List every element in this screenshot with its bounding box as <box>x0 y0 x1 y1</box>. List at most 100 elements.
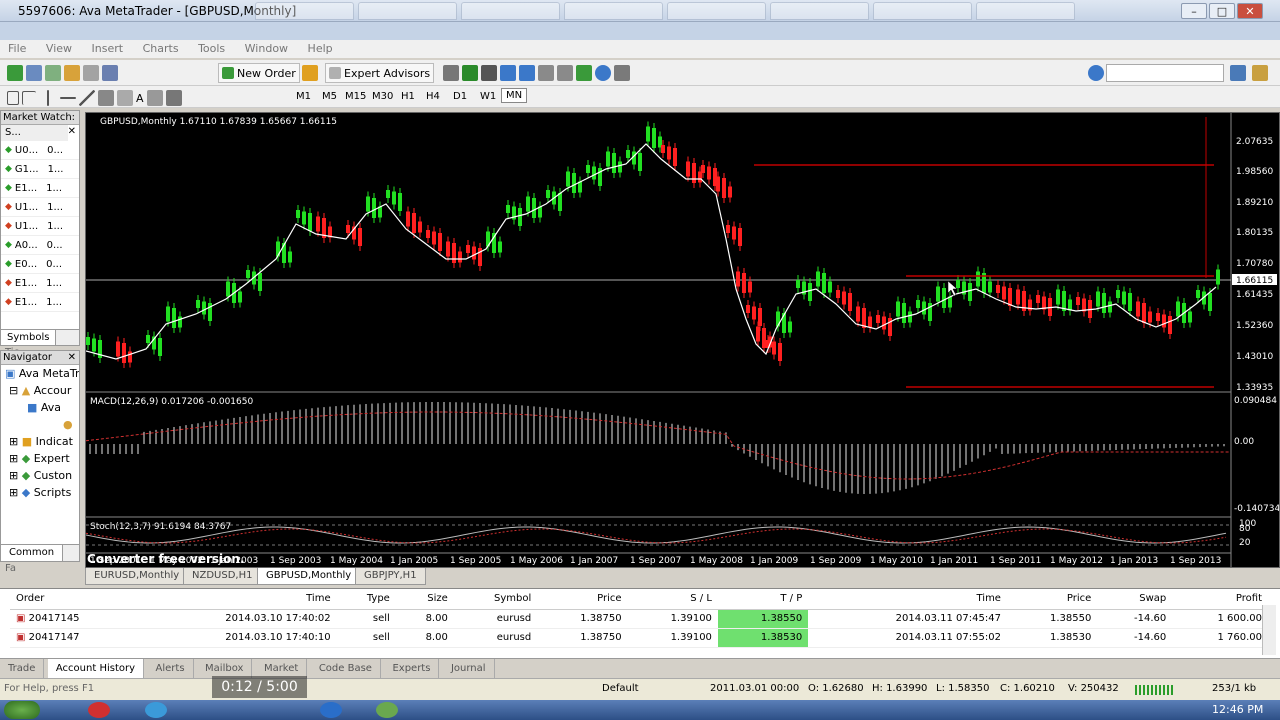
taskbar-skype-icon[interactable] <box>320 702 342 718</box>
terminal-tab-alerts[interactable]: Alerts <box>148 659 194 678</box>
new-order-button[interactable]: New Order <box>218 63 300 83</box>
close-icon[interactable]: ✕ <box>68 351 79 365</box>
close-icon[interactable]: ✕ <box>68 125 79 139</box>
column-header[interactable]: Price <box>1006 589 1098 610</box>
zoom-in-icon[interactable] <box>500 65 516 81</box>
timeframe-m15[interactable]: M15 <box>341 90 370 103</box>
trendline-icon[interactable] <box>79 90 95 106</box>
start-button[interactable] <box>4 701 40 719</box>
nav-item-indicators[interactable]: ⊞ ■ Indicat <box>1 433 79 450</box>
market-watch-row[interactable]: ◆ E1... 1... <box>1 293 79 312</box>
close-button[interactable]: ✕ <box>1237 3 1263 19</box>
tab-symbols[interactable]: Symbols <box>1 330 57 345</box>
zoom-out-icon[interactable] <box>519 65 535 81</box>
timeframe-m1[interactable]: M1 <box>292 90 315 103</box>
market-watch-icon[interactable] <box>45 65 61 81</box>
menu-window[interactable]: Window <box>237 40 296 58</box>
menu-insert[interactable]: Insert <box>84 40 132 58</box>
indicators-icon[interactable] <box>576 65 592 81</box>
column-header[interactable]: Type <box>336 589 396 610</box>
menu-help[interactable]: Help <box>300 40 341 58</box>
nav-item-server[interactable]: ■ Ava <box>1 399 79 416</box>
channel-icon[interactable] <box>98 90 114 106</box>
cursor-icon[interactable] <box>7 91 19 105</box>
column-header[interactable]: T / P <box>717 589 809 610</box>
new-chart-icon[interactable] <box>7 65 23 81</box>
navigator-icon[interactable] <box>64 65 80 81</box>
candlesticks-icon[interactable] <box>462 65 478 81</box>
timeframe-w1[interactable]: W1 <box>476 90 500 103</box>
terminal-scrollbar[interactable] <box>1262 605 1276 655</box>
settings-gear-icon[interactable] <box>1088 65 1104 81</box>
taskbar-metatrader-icon[interactable] <box>376 702 398 718</box>
tab-common[interactable]: Common <box>1 545 64 561</box>
table-row[interactable]: ▣ 20417145 2014.03.10 17:40:02 sell 8.00 eur… <box>10 609 1268 629</box>
column-header[interactable]: S / L <box>627 589 718 610</box>
column-header[interactable]: Time <box>808 589 1007 610</box>
terminal-tab-account-history[interactable]: Account History <box>47 659 145 678</box>
market-watch-row[interactable]: ◆ E0... 0... <box>1 255 79 274</box>
column-header[interactable]: Size <box>395 589 454 610</box>
status-profile[interactable]: Default <box>602 683 639 694</box>
column-header[interactable]: Time <box>137 589 337 610</box>
menu-charts[interactable]: Charts <box>135 40 187 58</box>
crosshair-icon[interactable] <box>22 91 36 105</box>
profiles-icon[interactable] <box>26 65 42 81</box>
community-icon[interactable] <box>1252 65 1268 81</box>
timeframe-d1[interactable]: D1 <box>449 90 471 103</box>
nav-item-accounts[interactable]: ⊟ ▲ Accour <box>1 382 79 399</box>
taskbar-ie-icon[interactable] <box>145 702 167 718</box>
market-watch-row[interactable]: ◆ U0... 0... <box>1 141 79 160</box>
column-header[interactable]: Order <box>10 589 138 610</box>
text-label-icon[interactable] <box>146 90 163 106</box>
minimize-button[interactable]: – <box>1181 3 1207 19</box>
market-watch-row[interactable]: ◆ G1... 1... <box>1 160 79 179</box>
vertical-line-icon[interactable] <box>47 90 49 106</box>
nav-item-root[interactable]: ▣ Ava MetaTr <box>1 365 79 382</box>
price-chart[interactable]: GBPUSD,Monthly 1.67110 1.67839 1.65667 1… <box>85 113 1280 567</box>
chart-shift-icon[interactable] <box>538 65 554 81</box>
chart-window[interactable]: GBPUSD,Monthly 1.67110 1.67839 1.65667 1… <box>85 112 1280 568</box>
timeframe-h1[interactable]: H1 <box>397 90 419 103</box>
market-watch-row[interactable]: ◆ U1... 1... <box>1 198 79 217</box>
search-input[interactable] <box>1106 64 1224 82</box>
taskbar-app-icon[interactable] <box>88 702 110 718</box>
nav-item-experts[interactable]: ⊞ ◆ Expert <box>1 450 79 467</box>
column-header[interactable]: Symbol <box>453 589 538 610</box>
tab-favorites[interactable]: Fa <box>1 561 20 577</box>
data-window-icon[interactable] <box>83 65 99 81</box>
arrows-icon[interactable] <box>165 90 182 106</box>
chart-tab-gbpjpy[interactable]: GBPJPY,H1 <box>355 568 426 585</box>
column-header[interactable]: Price <box>537 589 628 610</box>
nav-item-custom[interactable]: ⊞ ◆ Custon <box>1 467 79 484</box>
market-watch-row[interactable]: ◆ U1... 1... <box>1 217 79 236</box>
terminal-tab-trade[interactable]: Trade <box>0 659 45 678</box>
column-header[interactable]: Profit <box>1172 589 1268 610</box>
menu-view[interactable]: View <box>38 40 80 58</box>
templates-icon[interactable] <box>614 65 630 81</box>
bar-chart-icon[interactable] <box>443 65 459 81</box>
nav-item-scripts[interactable]: ⊞ ◆ Scripts <box>1 484 79 501</box>
terminal-tab-journal[interactable]: Journal <box>443 659 495 678</box>
line-chart-icon[interactable] <box>481 65 497 81</box>
chart-tab-eurusd[interactable]: EURUSD,Monthly <box>85 568 189 585</box>
terminal-icon[interactable] <box>102 65 118 81</box>
timeframe-mn[interactable]: MN <box>501 88 528 103</box>
horizontal-line-icon[interactable] <box>60 97 76 99</box>
menu-tools[interactable]: Tools <box>190 40 233 58</box>
market-watch-row[interactable]: ◆ E1... 1... <box>1 274 79 293</box>
terminal-tab-experts[interactable]: Experts <box>384 659 440 678</box>
expert-advisors-button[interactable]: Expert Advisors <box>325 63 435 83</box>
timeframe-m30[interactable]: M30 <box>368 90 397 103</box>
column-header[interactable]: Swap <box>1097 589 1173 610</box>
terminal-tab-code-base[interactable]: Code Base <box>311 659 381 678</box>
autoscroll-icon[interactable] <box>557 65 573 81</box>
timeframe-h4[interactable]: H4 <box>422 90 444 103</box>
timeframe-m5[interactable]: M5 <box>318 90 341 103</box>
table-row[interactable]: ▣ 20417147 2014.03.10 17:40:10 sell 8.00 eur… <box>10 628 1268 648</box>
market-watch-row[interactable]: ◆ A0... 0... <box>1 236 79 255</box>
search-icon[interactable] <box>1230 65 1246 81</box>
chart-tab-gbpusd[interactable]: GBPUSD,Monthly <box>257 568 361 585</box>
fibonacci-icon[interactable] <box>117 90 133 106</box>
market-watch-row[interactable]: ◆ E1... 1... <box>1 179 79 198</box>
